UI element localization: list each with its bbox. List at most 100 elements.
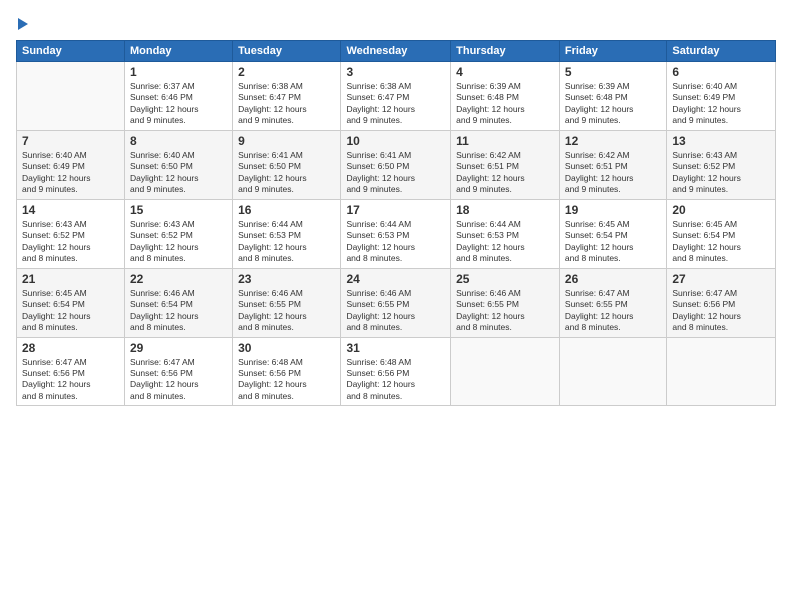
day-number: 18 [456,203,554,217]
day-number: 17 [346,203,445,217]
day-number: 15 [130,203,227,217]
day-info: Sunrise: 6:37 AM Sunset: 6:46 PM Dayligh… [130,81,227,127]
day-number: 5 [565,65,661,79]
day-info: Sunrise: 6:47 AM Sunset: 6:56 PM Dayligh… [672,288,770,334]
header-cell-saturday: Saturday [667,41,776,62]
day-number: 11 [456,134,554,148]
day-number: 31 [346,341,445,355]
header-row: SundayMondayTuesdayWednesdayThursdayFrid… [17,41,776,62]
calendar-table: SundayMondayTuesdayWednesdayThursdayFrid… [16,40,776,406]
day-info: Sunrise: 6:40 AM Sunset: 6:49 PM Dayligh… [22,150,119,196]
day-info: Sunrise: 6:40 AM Sunset: 6:50 PM Dayligh… [130,150,227,196]
day-info: Sunrise: 6:45 AM Sunset: 6:54 PM Dayligh… [565,219,661,265]
day-info: Sunrise: 6:38 AM Sunset: 6:47 PM Dayligh… [346,81,445,127]
header-cell-thursday: Thursday [451,41,560,62]
day-cell: 10Sunrise: 6:41 AM Sunset: 6:50 PM Dayli… [341,130,451,199]
day-info: Sunrise: 6:46 AM Sunset: 6:55 PM Dayligh… [346,288,445,334]
day-number: 9 [238,134,335,148]
day-cell: 2 Sunrise: 6:38 AM Sunset: 6:47 PM Daylig… [233,62,341,131]
day-number: 13 [672,134,770,148]
header-cell-tuesday: Tuesday [233,41,341,62]
day-number: 12 [565,134,661,148]
day-cell: 27 Sunrise: 6:47 AM Sunset: 6:56 PM Dayli… [667,268,776,337]
day-cell: 3 Sunrise: 6:38 AM Sunset: 6:47 PM Daylig… [341,62,451,131]
day-number: 24 [346,272,445,286]
day-number: 1 [130,65,227,79]
day-info: Sunrise: 6:39 AM Sunset: 6:48 PM Dayligh… [565,81,661,127]
day-number: 7 [22,134,119,148]
day-cell: 28 Sunrise: 6:47 AM Sunset: 6:56 PM Dayli… [17,337,125,406]
day-info: Sunrise: 6:45 AM Sunset: 6:54 PM Dayligh… [22,288,119,334]
day-cell: 24 Sunrise: 6:46 AM Sunset: 6:55 PM Dayli… [341,268,451,337]
day-number: 23 [238,272,335,286]
day-number: 22 [130,272,227,286]
day-cell: 18 Sunrise: 6:44 AM Sunset: 6:53 PM Dayli… [451,199,560,268]
day-info: Sunrise: 6:38 AM Sunset: 6:47 PM Dayligh… [238,81,335,127]
day-cell: 1 Sunrise: 6:37 AM Sunset: 6:46 PM Daylig… [124,62,232,131]
day-cell: 13 Sunrise: 6:43 AM Sunset: 6:52 PM Dayli… [667,130,776,199]
day-number: 27 [672,272,770,286]
day-cell: 6 Sunrise: 6:40 AM Sunset: 6:49 PM Daylig… [667,62,776,131]
day-info: Sunrise: 6:44 AM Sunset: 6:53 PM Dayligh… [456,219,554,265]
day-cell: 31Sunrise: 6:48 AM Sunset: 6:56 PM Dayli… [341,337,451,406]
day-info: Sunrise: 6:47 AM Sunset: 6:56 PM Dayligh… [22,357,119,403]
day-number: 20 [672,203,770,217]
day-info: Sunrise: 6:48 AM Sunset: 6:56 PM Dayligh… [238,357,335,403]
day-cell: 20 Sunrise: 6:45 AM Sunset: 6:54 PM Dayli… [667,199,776,268]
day-cell: 12 Sunrise: 6:42 AM Sunset: 6:51 PM Dayli… [559,130,666,199]
day-cell: 23Sunrise: 6:46 AM Sunset: 6:55 PM Dayli… [233,268,341,337]
day-number: 14 [22,203,119,217]
day-cell: 8 Sunrise: 6:40 AM Sunset: 6:50 PM Daylig… [124,130,232,199]
day-cell: 15 Sunrise: 6:43 AM Sunset: 6:52 PM Dayli… [124,199,232,268]
day-cell: 11 Sunrise: 6:42 AM Sunset: 6:51 PM Dayli… [451,130,560,199]
week-row-2: 7 Sunrise: 6:40 AM Sunset: 6:49 PM Daylig… [17,130,776,199]
day-cell [17,62,125,131]
calendar-page: SundayMondayTuesdayWednesdayThursdayFrid… [0,0,792,612]
day-info: Sunrise: 6:43 AM Sunset: 6:52 PM Dayligh… [130,219,227,265]
week-row-1: 1 Sunrise: 6:37 AM Sunset: 6:46 PM Daylig… [17,62,776,131]
day-info: Sunrise: 6:44 AM Sunset: 6:53 PM Dayligh… [238,219,335,265]
day-number: 28 [22,341,119,355]
header-cell-friday: Friday [559,41,666,62]
day-number: 25 [456,272,554,286]
day-cell: 16 Sunrise: 6:44 AM Sunset: 6:53 PM Dayli… [233,199,341,268]
week-row-3: 14 Sunrise: 6:43 AM Sunset: 6:52 PM Dayli… [17,199,776,268]
day-info: Sunrise: 6:46 AM Sunset: 6:54 PM Dayligh… [130,288,227,334]
week-row-4: 21 Sunrise: 6:45 AM Sunset: 6:54 PM Dayli… [17,268,776,337]
header [16,16,776,30]
day-cell: 17Sunrise: 6:44 AM Sunset: 6:53 PM Dayli… [341,199,451,268]
day-number: 3 [346,65,445,79]
day-info: Sunrise: 6:46 AM Sunset: 6:55 PM Dayligh… [456,288,554,334]
day-info: Sunrise: 6:40 AM Sunset: 6:49 PM Dayligh… [672,81,770,127]
day-cell: 26Sunrise: 6:47 AM Sunset: 6:55 PM Dayli… [559,268,666,337]
header-cell-wednesday: Wednesday [341,41,451,62]
day-number: 8 [130,134,227,148]
day-info: Sunrise: 6:47 AM Sunset: 6:56 PM Dayligh… [130,357,227,403]
week-row-5: 28 Sunrise: 6:47 AM Sunset: 6:56 PM Dayli… [17,337,776,406]
day-info: Sunrise: 6:45 AM Sunset: 6:54 PM Dayligh… [672,219,770,265]
day-number: 19 [565,203,661,217]
day-info: Sunrise: 6:42 AM Sunset: 6:51 PM Dayligh… [565,150,661,196]
day-number: 21 [22,272,119,286]
day-cell: 5 Sunrise: 6:39 AM Sunset: 6:48 PM Daylig… [559,62,666,131]
day-info: Sunrise: 6:43 AM Sunset: 6:52 PM Dayligh… [672,150,770,196]
day-cell: 19 Sunrise: 6:45 AM Sunset: 6:54 PM Dayli… [559,199,666,268]
logo [16,16,28,30]
day-cell: 29Sunrise: 6:47 AM Sunset: 6:56 PM Dayli… [124,337,232,406]
logo-arrow-icon [18,18,28,30]
day-number: 16 [238,203,335,217]
day-number: 4 [456,65,554,79]
day-cell: 30 Sunrise: 6:48 AM Sunset: 6:56 PM Dayli… [233,337,341,406]
day-cell [667,337,776,406]
day-number: 2 [238,65,335,79]
day-info: Sunrise: 6:43 AM Sunset: 6:52 PM Dayligh… [22,219,119,265]
day-number: 30 [238,341,335,355]
day-cell: 25 Sunrise: 6:46 AM Sunset: 6:55 PM Dayli… [451,268,560,337]
day-info: Sunrise: 6:39 AM Sunset: 6:48 PM Dayligh… [456,81,554,127]
day-info: Sunrise: 6:42 AM Sunset: 6:51 PM Dayligh… [456,150,554,196]
day-cell: 14 Sunrise: 6:43 AM Sunset: 6:52 PM Dayli… [17,199,125,268]
day-cell: 4 Sunrise: 6:39 AM Sunset: 6:48 PM Daylig… [451,62,560,131]
day-number: 6 [672,65,770,79]
day-info: Sunrise: 6:41 AM Sunset: 6:50 PM Dayligh… [238,150,335,196]
day-cell: 7 Sunrise: 6:40 AM Sunset: 6:49 PM Daylig… [17,130,125,199]
